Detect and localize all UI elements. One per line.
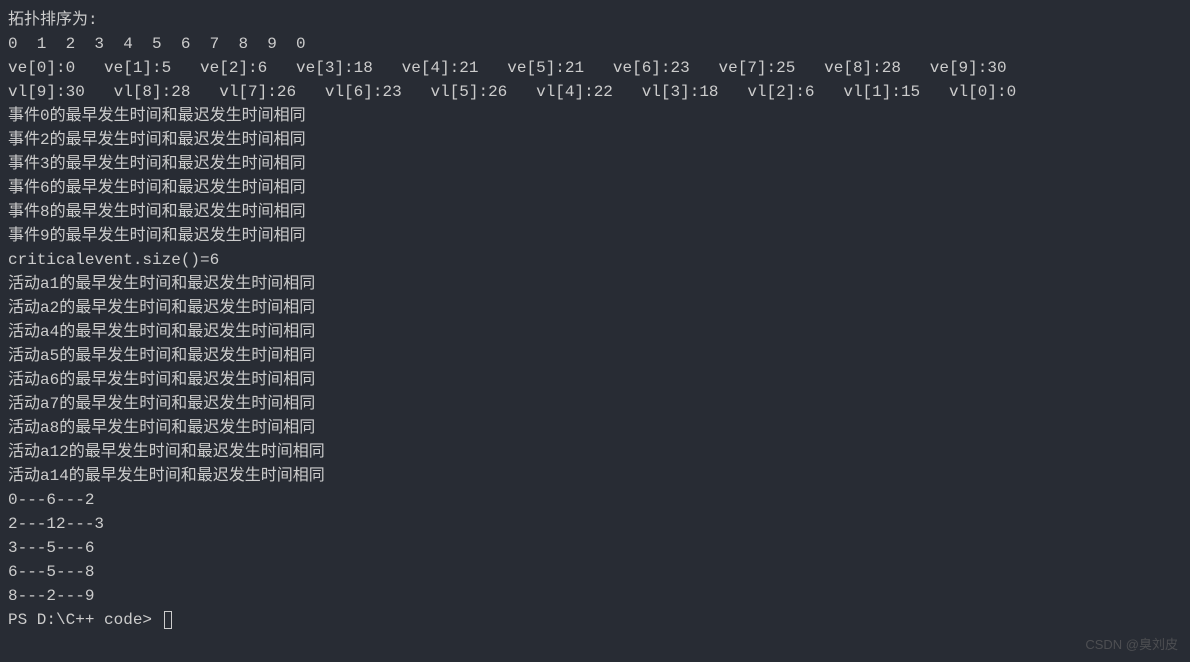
output-activity-a14: 活动a14的最早发生时间和最迟发生时间相同 (8, 464, 1182, 488)
watermark: CSDN @臭刘皮 (1085, 635, 1178, 655)
output-vl-line: vl[9]:30 vl[8]:28 vl[7]:26 vl[6]:23 vl[5… (8, 80, 1182, 104)
output-event-8: 事件8的最早发生时间和最迟发生时间相同 (8, 200, 1182, 224)
output-activity-a8: 活动a8的最早发生时间和最迟发生时间相同 (8, 416, 1182, 440)
output-activity-a2: 活动a2的最早发生时间和最迟发生时间相同 (8, 296, 1182, 320)
output-path-5: 8---2---9 (8, 584, 1182, 608)
output-event-9: 事件9的最早发生时间和最迟发生时间相同 (8, 224, 1182, 248)
prompt-line[interactable]: PS D:\C++ code> (8, 608, 1182, 632)
output-path-1: 0---6---2 (8, 488, 1182, 512)
output-event-2: 事件2的最早发生时间和最迟发生时间相同 (8, 128, 1182, 152)
output-path-2: 2---12---3 (8, 512, 1182, 536)
output-topo-order: 0 1 2 3 4 5 6 7 8 9 0 (8, 32, 1182, 56)
output-activity-a5: 活动a5的最早发生时间和最迟发生时间相同 (8, 344, 1182, 368)
output-critical-size: criticalevent.size()=6 (8, 248, 1182, 272)
output-activity-a1: 活动a1的最早发生时间和最迟发生时间相同 (8, 272, 1182, 296)
output-event-6: 事件6的最早发生时间和最迟发生时间相同 (8, 176, 1182, 200)
prompt-text: PS D:\C++ code> (8, 608, 162, 632)
cursor-icon (164, 611, 172, 629)
output-activity-a12: 活动a12的最早发生时间和最迟发生时间相同 (8, 440, 1182, 464)
output-path-4: 6---5---8 (8, 560, 1182, 584)
output-activity-a4: 活动a4的最早发生时间和最迟发生时间相同 (8, 320, 1182, 344)
output-activity-a6: 活动a6的最早发生时间和最迟发生时间相同 (8, 368, 1182, 392)
output-activity-a7: 活动a7的最早发生时间和最迟发生时间相同 (8, 392, 1182, 416)
output-header: 拓扑排序为: (8, 8, 1182, 32)
output-path-3: 3---5---6 (8, 536, 1182, 560)
output-event-3: 事件3的最早发生时间和最迟发生时间相同 (8, 152, 1182, 176)
output-event-0: 事件0的最早发生时间和最迟发生时间相同 (8, 104, 1182, 128)
output-ve-line: ve[0]:0 ve[1]:5 ve[2]:6 ve[3]:18 ve[4]:2… (8, 56, 1182, 80)
